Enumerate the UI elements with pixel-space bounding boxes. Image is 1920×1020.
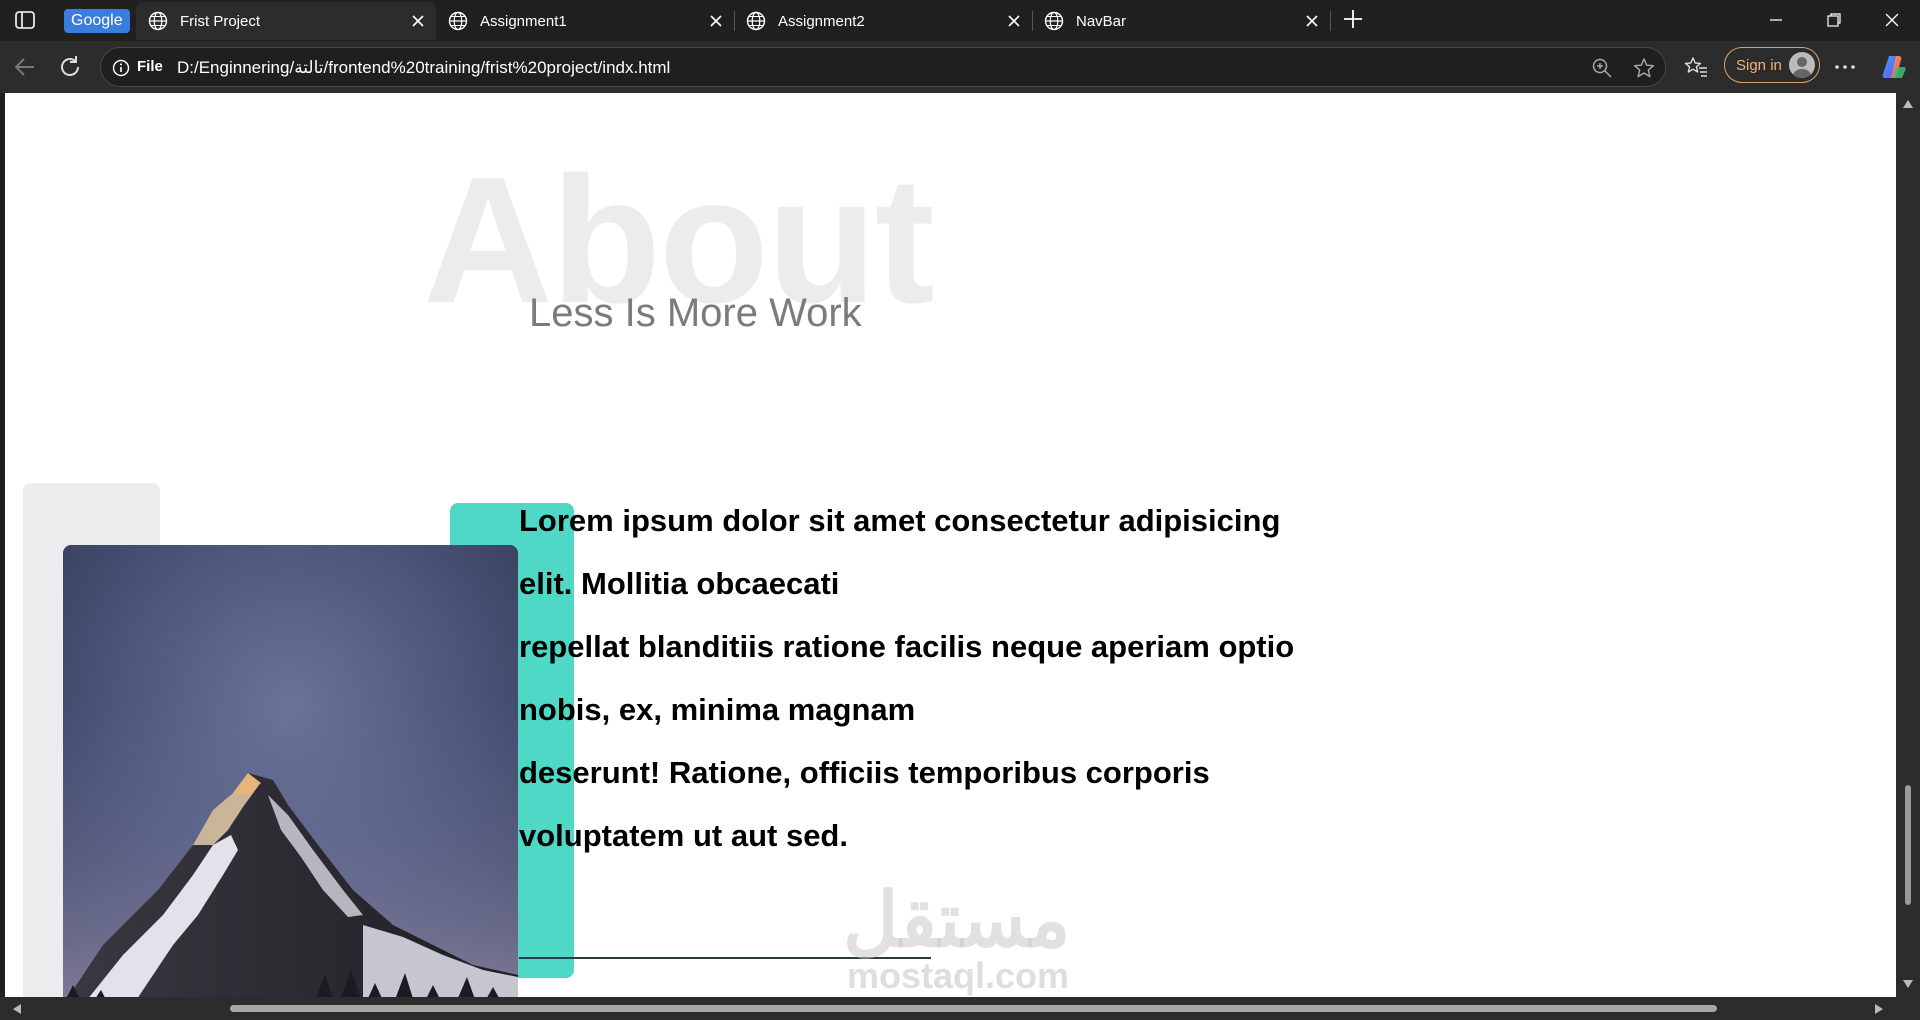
about-paragraph: Lorem ipsum dolor sit amet consectetur a… bbox=[519, 503, 1295, 853]
scheme-label: File bbox=[137, 58, 163, 75]
window-close-icon[interactable] bbox=[1882, 10, 1902, 30]
scroll-down-arrow-icon[interactable] bbox=[1902, 979, 1914, 989]
profile-icon bbox=[1793, 57, 1811, 78]
zoom-icon[interactable] bbox=[1591, 57, 1613, 79]
scroll-up-arrow-icon[interactable] bbox=[1902, 99, 1914, 109]
browser-toolbar: File D:/Enginnering/تالتة/frontend%20tra… bbox=[0, 41, 1920, 93]
copilot-icon[interactable] bbox=[1880, 53, 1908, 81]
close-icon[interactable] bbox=[410, 13, 426, 29]
vertical-scroll-thumb[interactable] bbox=[1905, 785, 1911, 905]
tab-frist-project[interactable]: Frist Project bbox=[136, 2, 436, 40]
favorite-star-icon[interactable] bbox=[1633, 57, 1655, 79]
globe-icon bbox=[1044, 11, 1064, 31]
mountain-image-icon bbox=[63, 545, 518, 997]
globe-icon bbox=[148, 11, 168, 31]
tab-separator bbox=[1330, 11, 1331, 31]
tab-title: Frist Project bbox=[180, 12, 261, 30]
horizontal-scroll-thumb[interactable] bbox=[230, 1005, 1717, 1012]
favorites-icon[interactable] bbox=[1684, 55, 1708, 79]
scroll-right-arrow-icon[interactable] bbox=[1874, 1003, 1884, 1015]
more-options-icon[interactable] bbox=[1832, 55, 1858, 79]
page-viewport: About Less Is More Work Lorem ipsum dolo… bbox=[5, 93, 1896, 997]
mountain-photo bbox=[63, 545, 518, 997]
tab-title: Assignment1 bbox=[480, 12, 567, 30]
close-icon[interactable] bbox=[708, 13, 724, 29]
tab-title: NavBar bbox=[1076, 12, 1127, 30]
globe-icon bbox=[448, 11, 468, 31]
restore-icon[interactable] bbox=[1824, 10, 1844, 30]
tab-actions-icon[interactable] bbox=[14, 10, 36, 30]
sign-in-button[interactable]: Sign in bbox=[1724, 47, 1820, 83]
tab-assignment1[interactable]: Assignment1 bbox=[436, 2, 735, 40]
close-icon[interactable] bbox=[1006, 13, 1022, 29]
tab-title: Assignment2 bbox=[778, 12, 865, 30]
tab-navbar[interactable]: NavBar bbox=[1032, 2, 1331, 40]
refresh-icon[interactable] bbox=[57, 54, 83, 80]
tab-strip: Google Frist Project Assignment1 Assignm… bbox=[0, 0, 1920, 41]
tab-assignment2[interactable]: Assignment2 bbox=[734, 2, 1033, 40]
globe-icon bbox=[746, 11, 766, 31]
address-bar[interactable]: File D:/Enginnering/تالتة/frontend%20tra… bbox=[100, 47, 1666, 87]
back-arrow-icon[interactable] bbox=[12, 54, 38, 80]
info-icon[interactable] bbox=[112, 59, 130, 77]
new-tab-icon[interactable] bbox=[1342, 8, 1364, 30]
minimize-icon[interactable] bbox=[1766, 10, 1786, 30]
section-subheading: Less Is More Work bbox=[529, 291, 862, 335]
avatar bbox=[1789, 52, 1815, 78]
sign-in-label: Sign in bbox=[1736, 57, 1782, 74]
google-badge[interactable]: Google bbox=[64, 9, 130, 33]
close-icon[interactable] bbox=[1304, 13, 1320, 29]
watermark-arabic: مستقل bbox=[843, 878, 1071, 963]
vertical-scrollbar[interactable] bbox=[1896, 93, 1920, 997]
scroll-left-arrow-icon[interactable] bbox=[12, 1003, 22, 1015]
horizontal-scrollbar[interactable] bbox=[0, 997, 1920, 1020]
url-text[interactable]: D:/Enginnering/تالتة/frontend%20training… bbox=[177, 58, 670, 78]
watermark-latin: mostaql.com bbox=[847, 955, 1070, 996]
